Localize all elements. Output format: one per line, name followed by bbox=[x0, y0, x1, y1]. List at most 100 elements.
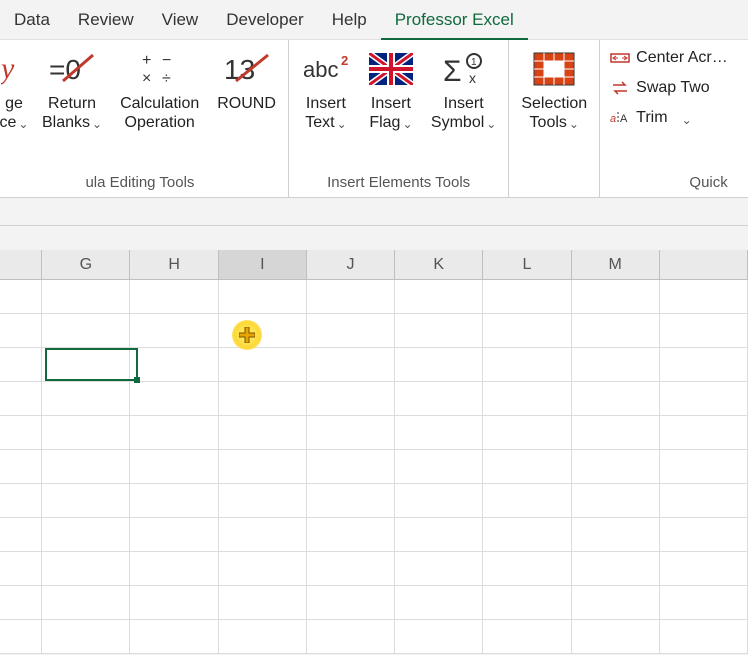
tab-developer[interactable]: Developer bbox=[212, 6, 318, 38]
cell[interactable] bbox=[219, 620, 307, 654]
cell[interactable] bbox=[42, 280, 130, 314]
cell[interactable] bbox=[395, 348, 483, 382]
cell[interactable] bbox=[572, 518, 660, 552]
cut-off-button[interactable]: y ge ce⌄ bbox=[0, 46, 28, 134]
cell[interactable] bbox=[483, 586, 571, 620]
column-header[interactable]: J bbox=[307, 250, 395, 279]
cell[interactable] bbox=[572, 620, 660, 654]
swap-two-button[interactable]: Swap Two bbox=[608, 76, 730, 100]
return-blanks-button[interactable]: =0 Return Blanks⌄ bbox=[38, 46, 106, 134]
cell[interactable] bbox=[483, 450, 571, 484]
cell[interactable] bbox=[0, 416, 42, 450]
cell[interactable] bbox=[130, 348, 218, 382]
cell[interactable] bbox=[395, 518, 483, 552]
cell[interactable] bbox=[660, 416, 748, 450]
cell[interactable] bbox=[395, 382, 483, 416]
column-header[interactable]: M bbox=[572, 250, 660, 279]
tab-help[interactable]: Help bbox=[318, 6, 381, 38]
cell[interactable] bbox=[395, 450, 483, 484]
cell[interactable] bbox=[395, 484, 483, 518]
cell[interactable] bbox=[0, 518, 42, 552]
cell[interactable] bbox=[130, 314, 218, 348]
cell[interactable] bbox=[130, 450, 218, 484]
column-header[interactable] bbox=[660, 250, 748, 279]
cell[interactable] bbox=[660, 348, 748, 382]
cell[interactable] bbox=[219, 586, 307, 620]
cell[interactable] bbox=[130, 620, 218, 654]
cell[interactable] bbox=[572, 382, 660, 416]
tab-view[interactable]: View bbox=[148, 6, 213, 38]
cell[interactable] bbox=[483, 314, 571, 348]
tab-review[interactable]: Review bbox=[64, 6, 148, 38]
cell[interactable] bbox=[42, 450, 130, 484]
cell[interactable] bbox=[660, 280, 748, 314]
cell[interactable] bbox=[307, 586, 395, 620]
insert-symbol-button[interactable]: Σ 1 x Insert Symbol⌄ bbox=[427, 46, 500, 134]
cell[interactable] bbox=[0, 314, 42, 348]
cell[interactable] bbox=[660, 484, 748, 518]
trim-button[interactable]: aA Trim ⌄ bbox=[608, 106, 730, 130]
cell[interactable] bbox=[307, 280, 395, 314]
cell[interactable] bbox=[130, 280, 218, 314]
cell[interactable] bbox=[42, 314, 130, 348]
column-header[interactable]: I bbox=[219, 250, 307, 279]
cell[interactable] bbox=[307, 416, 395, 450]
cell[interactable] bbox=[572, 586, 660, 620]
cell[interactable] bbox=[0, 382, 42, 416]
cell[interactable] bbox=[660, 314, 748, 348]
cell[interactable] bbox=[483, 620, 571, 654]
cell[interactable] bbox=[219, 518, 307, 552]
cell[interactable] bbox=[219, 314, 307, 348]
tab-data[interactable]: Data bbox=[0, 6, 64, 38]
cell[interactable] bbox=[307, 620, 395, 654]
cell[interactable] bbox=[395, 586, 483, 620]
column-header[interactable]: L bbox=[483, 250, 571, 279]
cell[interactable] bbox=[572, 484, 660, 518]
cell[interactable] bbox=[660, 382, 748, 416]
tab-professor-excel[interactable]: Professor Excel bbox=[381, 6, 528, 40]
cell[interactable] bbox=[0, 586, 42, 620]
cell[interactable] bbox=[0, 552, 42, 586]
cell[interactable] bbox=[130, 416, 218, 450]
cell[interactable] bbox=[572, 416, 660, 450]
cell[interactable] bbox=[219, 280, 307, 314]
cell[interactable] bbox=[660, 552, 748, 586]
cell[interactable] bbox=[307, 552, 395, 586]
cell[interactable] bbox=[0, 620, 42, 654]
cell[interactable] bbox=[42, 518, 130, 552]
cell[interactable] bbox=[130, 518, 218, 552]
column-header[interactable] bbox=[0, 250, 42, 279]
cell[interactable] bbox=[0, 280, 42, 314]
cell[interactable] bbox=[483, 348, 571, 382]
column-header[interactable]: G bbox=[42, 250, 130, 279]
cell[interactable] bbox=[130, 484, 218, 518]
cell[interactable] bbox=[130, 552, 218, 586]
cell[interactable] bbox=[483, 382, 571, 416]
cell[interactable] bbox=[395, 620, 483, 654]
cell[interactable] bbox=[42, 552, 130, 586]
cell[interactable] bbox=[219, 450, 307, 484]
cell[interactable] bbox=[130, 586, 218, 620]
cell[interactable] bbox=[660, 450, 748, 484]
cell[interactable] bbox=[307, 382, 395, 416]
cell[interactable] bbox=[395, 280, 483, 314]
cell[interactable] bbox=[483, 280, 571, 314]
cell[interactable] bbox=[42, 382, 130, 416]
cell[interactable] bbox=[395, 552, 483, 586]
cell[interactable] bbox=[307, 484, 395, 518]
cell[interactable] bbox=[42, 620, 130, 654]
spreadsheet-grid[interactable] bbox=[0, 280, 748, 654]
cell[interactable] bbox=[395, 416, 483, 450]
cell[interactable] bbox=[307, 518, 395, 552]
cell[interactable] bbox=[572, 348, 660, 382]
calculation-operation-button[interactable]: + − × ÷ Calculation Operation bbox=[116, 46, 203, 134]
cell[interactable] bbox=[572, 314, 660, 348]
cell[interactable] bbox=[0, 450, 42, 484]
cell[interactable] bbox=[219, 416, 307, 450]
cell[interactable] bbox=[0, 348, 42, 382]
cell[interactable] bbox=[660, 620, 748, 654]
cell[interactable] bbox=[660, 518, 748, 552]
cell[interactable] bbox=[219, 552, 307, 586]
column-header[interactable]: K bbox=[395, 250, 483, 279]
cell[interactable] bbox=[42, 484, 130, 518]
